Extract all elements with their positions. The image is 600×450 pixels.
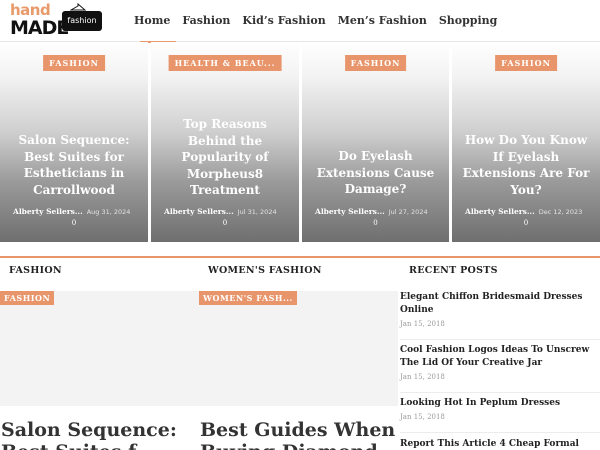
nav-item-kids-fashion[interactable]: Kid’s Fashion <box>236 0 331 42</box>
recent-post-item: Cool Fashion Logos Ideas To Unscrew The … <box>400 344 600 393</box>
card-author[interactable]: Alberty Sellers... <box>465 207 535 216</box>
nav-item-fashion[interactable]: Fashion <box>176 0 236 42</box>
card-meta: Alberty Sellers... Dec 12, 2023 <box>465 207 594 216</box>
comment-count: 0 <box>71 219 77 227</box>
card-date: Aug 31, 2024 <box>86 208 131 216</box>
category-badge[interactable]: FASHION <box>495 55 557 71</box>
post-thumbnail[interactable]: WOMEN'S FASH... <box>199 291 398 406</box>
divider <box>400 339 600 340</box>
nav-item-shopping[interactable]: Shopping <box>433 0 504 42</box>
nav-item-mens-fashion[interactable]: Men’s Fashion <box>332 0 433 42</box>
card-date: Jul 27, 2024 <box>388 208 428 216</box>
card-meta: Alberty Sellers... Aug 31, 2024 <box>13 207 142 216</box>
post-thumbnail[interactable]: FASHION <box>0 291 199 406</box>
main-nav: Home Fashion Kid’s Fashion Men’s Fashion… <box>128 0 504 43</box>
featured-card[interactable]: FASHION Salon Sequence: Best Suites for … <box>0 42 148 242</box>
section-heading-recent-posts: RECENT POSTS <box>409 265 498 276</box>
recent-post-item: Looking Hot In Peplum Dresses Jan 15, 20… <box>400 397 600 433</box>
comment-count: 0 <box>523 219 529 227</box>
section-divider <box>0 256 600 258</box>
logo-made-text: MADE <box>10 17 69 39</box>
category-badge[interactable]: FASHION <box>344 55 407 71</box>
recent-post-title[interactable]: Looking Hot In Peplum Dresses <box>400 397 600 410</box>
recent-post-title[interactable]: Report This Article 4 Cheap Formal <box>400 438 600 450</box>
site-logo[interactable]: hand MADE fashion <box>8 1 102 39</box>
post-title[interactable]: Best Guides When Buying Diamond <box>200 419 399 450</box>
recent-post-date: Jan 15, 2018 <box>400 320 445 328</box>
card-meta: Alberty Sellers... Jul 31, 2024 <box>164 207 293 216</box>
recent-post-item: Report This Article 4 Cheap Formal <box>400 438 600 450</box>
hanger-icon <box>70 3 86 11</box>
category-badge[interactable]: FASHION <box>43 55 105 71</box>
card-title[interactable]: Do Eyelash Extensions Cause Damage? <box>308 148 443 198</box>
logo-fashion-tag: fashion <box>62 11 102 31</box>
section-heading-fashion: FASHION <box>9 265 62 276</box>
card-date: Dec 12, 2023 <box>538 208 583 216</box>
section-heading-womens-fashion: WOMEN'S FASHION <box>208 265 322 276</box>
site-header: hand MADE fashion Home Fashion Kid’s Fas… <box>0 0 600 43</box>
post-title[interactable]: Salon Sequence: Best Suites f <box>1 419 200 450</box>
recent-post-date: Jan 15, 2018 <box>400 373 445 381</box>
card-author[interactable]: Alberty Sellers... <box>13 207 83 216</box>
divider <box>400 392 600 393</box>
category-badge[interactable]: HEALTH & BEAU... <box>168 55 282 71</box>
featured-card[interactable]: FASHION Do Eyelash Extensions Cause Dama… <box>302 42 449 242</box>
divider <box>400 432 600 433</box>
category-badge[interactable]: WOMEN'S FASH... <box>199 291 297 305</box>
recent-post-title[interactable]: Elegant Chiffon Bridesmaid Dresses Onlin… <box>400 291 600 317</box>
comment-count: 0 <box>373 219 378 227</box>
featured-card[interactable]: FASHION How Do You Know If Eyelash Exten… <box>452 42 600 242</box>
card-title[interactable]: How Do You Know If Eyelash Extensions Ar… <box>458 132 594 198</box>
nav-item-home[interactable]: Home <box>128 0 177 43</box>
recent-post-item: Elegant Chiffon Bridesmaid Dresses Onlin… <box>400 291 600 340</box>
card-date: Jul 31, 2024 <box>237 208 277 216</box>
card-meta: Alberty Sellers... Jul 27, 2024 <box>315 207 443 216</box>
recent-post-date: Jan 15, 2018 <box>400 413 445 421</box>
card-author[interactable]: Alberty Sellers... <box>315 207 385 216</box>
card-title[interactable]: Top Reasons Behind the Popularity of Mor… <box>157 116 293 199</box>
comment-count: 0 <box>222 219 228 227</box>
card-title[interactable]: Salon Sequence: Best Suites for Esthetic… <box>6 132 142 198</box>
card-author[interactable]: Alberty Sellers... <box>164 207 234 216</box>
featured-card[interactable]: HEALTH & BEAU... Top Reasons Behind the … <box>151 42 299 242</box>
featured-posts: FASHION Salon Sequence: Best Suites for … <box>0 42 600 242</box>
category-badge[interactable]: FASHION <box>0 291 55 305</box>
recent-post-title[interactable]: Cool Fashion Logos Ideas To Unscrew The … <box>400 344 600 370</box>
